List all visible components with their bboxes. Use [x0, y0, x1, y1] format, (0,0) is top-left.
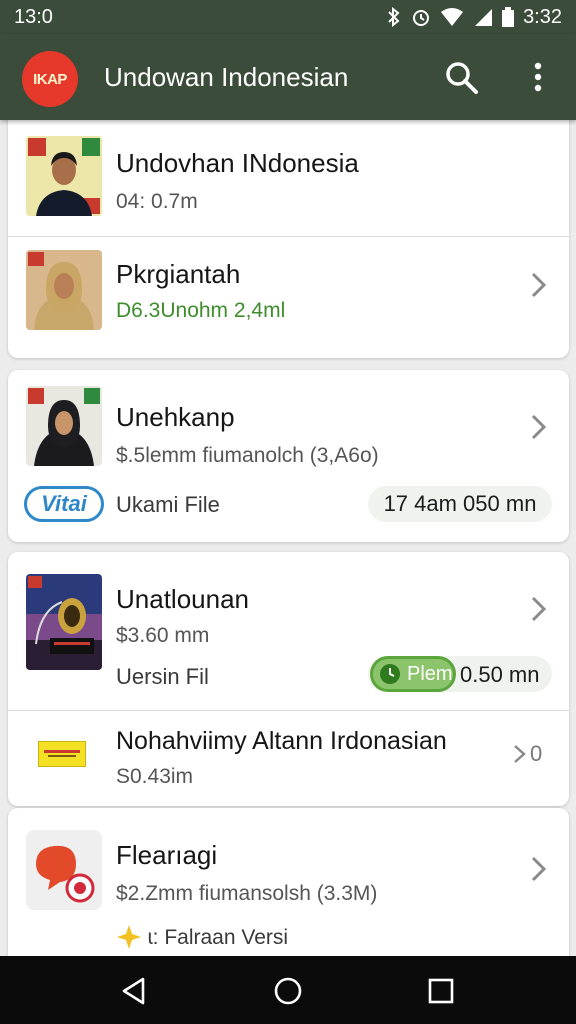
item-thumbnail: [26, 250, 102, 330]
sparkle-icon: [117, 925, 141, 949]
list-item[interactable]: Undovhan INdonesia 04: 0.7m: [8, 120, 569, 236]
item-thumbnail: [38, 741, 86, 767]
search-icon[interactable]: [442, 58, 480, 96]
file-label: Uersin Fil: [116, 664, 209, 689]
time-chip-label: 0.50 mn: [460, 662, 540, 687]
item-title: Flearıagi: [116, 840, 218, 870]
list-item[interactable]: Pkrgiantah D6.3Unohm 2,4ml: [8, 237, 569, 358]
clock-icon: [380, 664, 400, 684]
item-thumbnail: [26, 830, 102, 910]
chevron-right-icon[interactable]: [528, 594, 550, 624]
back-icon[interactable]: [119, 976, 149, 1006]
item-thumbnail: [26, 136, 102, 216]
list-item[interactable]: Unehkanp $.5lemm fiumanolch (3,A6o) Vita…: [8, 370, 569, 542]
item-title: Unehkanp: [116, 402, 235, 432]
version-badge-label: Plem: [407, 662, 453, 685]
item-note: ɩ: Falraan Versi: [148, 926, 289, 949]
more-vert-icon[interactable]: [524, 58, 552, 96]
chevron-right-icon[interactable]: [528, 854, 550, 884]
item-title: Unatlounan: [116, 584, 249, 614]
item-subtitle: $3.60 mm: [116, 624, 210, 647]
portrait-woman-hijab-image: [26, 250, 102, 330]
list-item[interactable]: Unatlounan $3.60 mm Uersin Fil Plem 0.50…: [8, 552, 569, 710]
file-label: Ukami File: [116, 492, 220, 517]
battery-icon: [502, 7, 515, 27]
home-icon[interactable]: [273, 976, 303, 1006]
version-badge[interactable]: Vitai: [24, 486, 104, 522]
bluetooth-icon: [388, 7, 400, 27]
wifi-icon: [441, 8, 464, 26]
time-chip: 17 4am 050 mn: [368, 486, 552, 522]
time-chip-label: 17 4am 050 mn: [383, 491, 537, 516]
time-chip: Plem 0.50 mn: [368, 656, 552, 692]
item-subtitle: 04: 0.7m: [116, 190, 198, 213]
card-group-3: Unatlounan $3.60 mm Uersin Fil Plem 0.50…: [8, 552, 569, 806]
monument-night-image: [26, 574, 102, 670]
card-group-1: Undovhan INdonesia 04: 0.7m Pkrgiantah D…: [8, 120, 569, 358]
version-badge-label: Vitai: [41, 491, 87, 516]
item-thumbnail: [26, 386, 102, 466]
version-badge[interactable]: Plem: [370, 656, 456, 692]
list-item[interactable]: Flearıagi $2.Zmm fiumansolsh (3.3M) ɩ: F…: [8, 808, 569, 956]
navigation-bar: [0, 956, 576, 1024]
item-subtitle: $.5lemm fiumanolch (3,A6o): [116, 444, 379, 467]
app-title: Undowan Indonesian: [104, 62, 349, 92]
chevron-right-icon[interactable]: [528, 270, 550, 300]
item-title: Pkrgiantah: [116, 259, 241, 289]
status-time-right: 3:32: [523, 5, 562, 28]
item-title: Nohahviimy Altann Irdonasian: [116, 727, 447, 755]
app-logo[interactable]: IKAP: [22, 51, 78, 107]
signal-icon: [475, 9, 493, 26]
card-group-2: Unehkanp $.5lemm fiumanolch (3,A6o) Vita…: [8, 370, 569, 542]
yellow-label-image: [44, 750, 80, 757]
chevron-right-icon[interactable]: [528, 412, 550, 442]
item-trailing-count: 0: [530, 741, 543, 766]
item-thumbnail: [26, 574, 102, 670]
status-bar: 13:0 3:32: [0, 0, 576, 34]
app-bar: IKAP Undowan Indonesian: [0, 34, 576, 120]
chevron-right-icon[interactable]: [512, 743, 528, 765]
item-subtitle: S0.43im: [116, 765, 194, 788]
status-time-left: 13:0: [14, 5, 53, 28]
recents-icon[interactable]: [426, 976, 456, 1006]
portrait-woman-dark-image: [26, 386, 102, 466]
alarm-icon: [413, 10, 430, 26]
status-icons: 3:32: [386, 6, 562, 29]
item-title: Undovhan INdonesia: [116, 148, 359, 178]
list-item[interactable]: Nohahviimy Altann Irdonasian S0.43im 0: [8, 711, 569, 806]
item-subtitle: D6.3Unohm 2,4ml: [116, 299, 286, 322]
card-group-4: Flearıagi $2.Zmm fiumansolsh (3.3M) ɩ: F…: [8, 808, 569, 956]
content-list: Undovhan INdonesia 04: 0.7m Pkrgiantah D…: [0, 120, 576, 956]
app-logo-text: IKAP: [33, 70, 67, 88]
portrait-man-image: [26, 136, 102, 216]
red-speech-app-image: [26, 830, 102, 910]
item-subtitle: $2.Zmm fiumansolsh (3.3M): [116, 882, 378, 905]
